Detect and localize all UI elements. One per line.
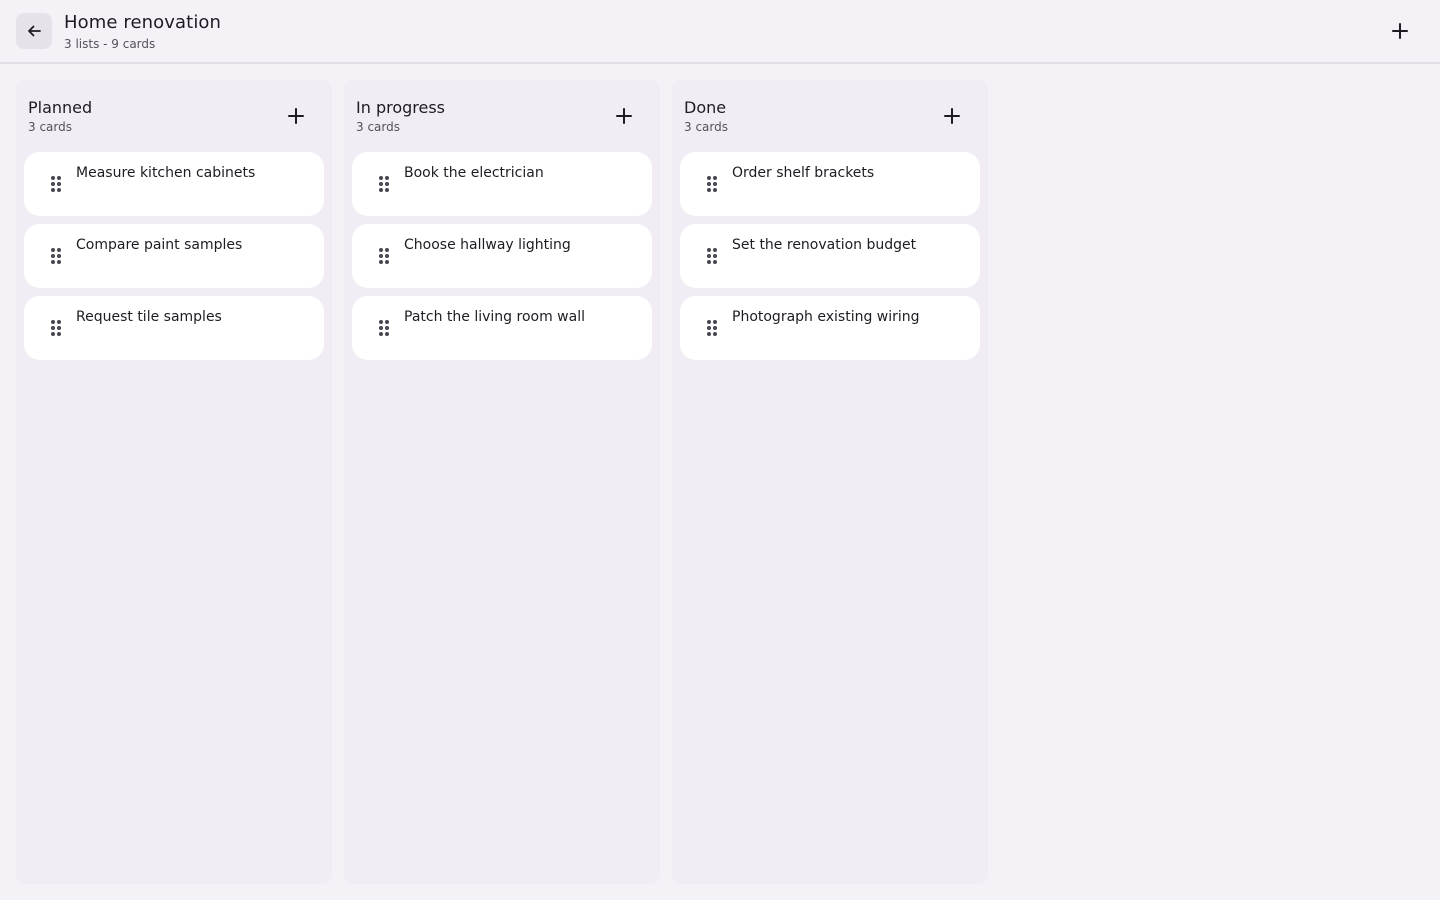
plus-icon [944,108,960,124]
list-title: In progress [356,98,446,117]
list-card-count: 3 cards [356,120,400,134]
drag-handle-icon[interactable] [376,318,392,338]
list-card-count: 3 cards [28,120,72,134]
card-title: Order shelf brackets [732,165,875,181]
list-done: Done 3 cards Order shelf brackets Set th… [672,80,988,884]
add-card-button[interactable] [932,96,972,136]
list-card-count: 3 cards [684,120,728,134]
card[interactable]: Order shelf brackets [680,152,980,216]
drag-handle-icon[interactable] [376,174,392,194]
list-in-progress: In progress 3 cards Book the electrician… [344,80,660,884]
card-title: Set the renovation budget [732,237,917,253]
card-title: Compare paint samples [76,237,243,253]
arrow-left-icon [28,25,41,37]
card[interactable]: Compare paint samples [24,224,324,288]
add-card-button[interactable] [276,96,316,136]
drag-handle-icon[interactable] [376,246,392,266]
card[interactable]: Set the renovation budget [680,224,980,288]
card[interactable]: Patch the living room wall [352,296,652,360]
add-card-button[interactable] [604,96,644,136]
card[interactable]: Choose hallway lighting [352,224,652,288]
drag-handle-icon[interactable] [704,174,720,194]
card-title: Measure kitchen cabinets [76,165,256,181]
list-title: Planned [28,98,93,117]
drag-handle-icon[interactable] [48,174,64,194]
board: Planned 3 cards Measure kitchen cabinets… [0,64,1440,900]
card[interactable]: Photograph existing wiring [680,296,980,360]
plus-icon [288,108,304,124]
card[interactable]: Measure kitchen cabinets [24,152,324,216]
board-subtitle: 3 lists - 9 cards [64,37,156,51]
list-planned: Planned 3 cards Measure kitchen cabinets… [16,80,332,884]
drag-handle-icon[interactable] [704,318,720,338]
card[interactable]: Request tile samples [24,296,324,360]
add-list-button[interactable] [1380,11,1420,51]
card-title: Choose hallway lighting [404,237,571,253]
top-app-bar: Home renovation 3 lists - 9 cards [0,0,1440,64]
plus-icon [616,108,632,124]
back-button[interactable] [16,13,52,49]
card-title: Book the electrician [404,165,544,181]
drag-handle-icon[interactable] [48,246,64,266]
card-title: Request tile samples [76,309,222,325]
drag-handle-icon[interactable] [48,318,64,338]
plus-icon [1392,23,1408,39]
card-title: Photograph existing wiring [732,309,920,325]
card-title: Patch the living room wall [404,309,585,325]
drag-handle-icon[interactable] [704,246,720,266]
card[interactable]: Book the electrician [352,152,652,216]
list-title: Done [684,98,727,117]
board-title: Home renovation [64,12,222,33]
